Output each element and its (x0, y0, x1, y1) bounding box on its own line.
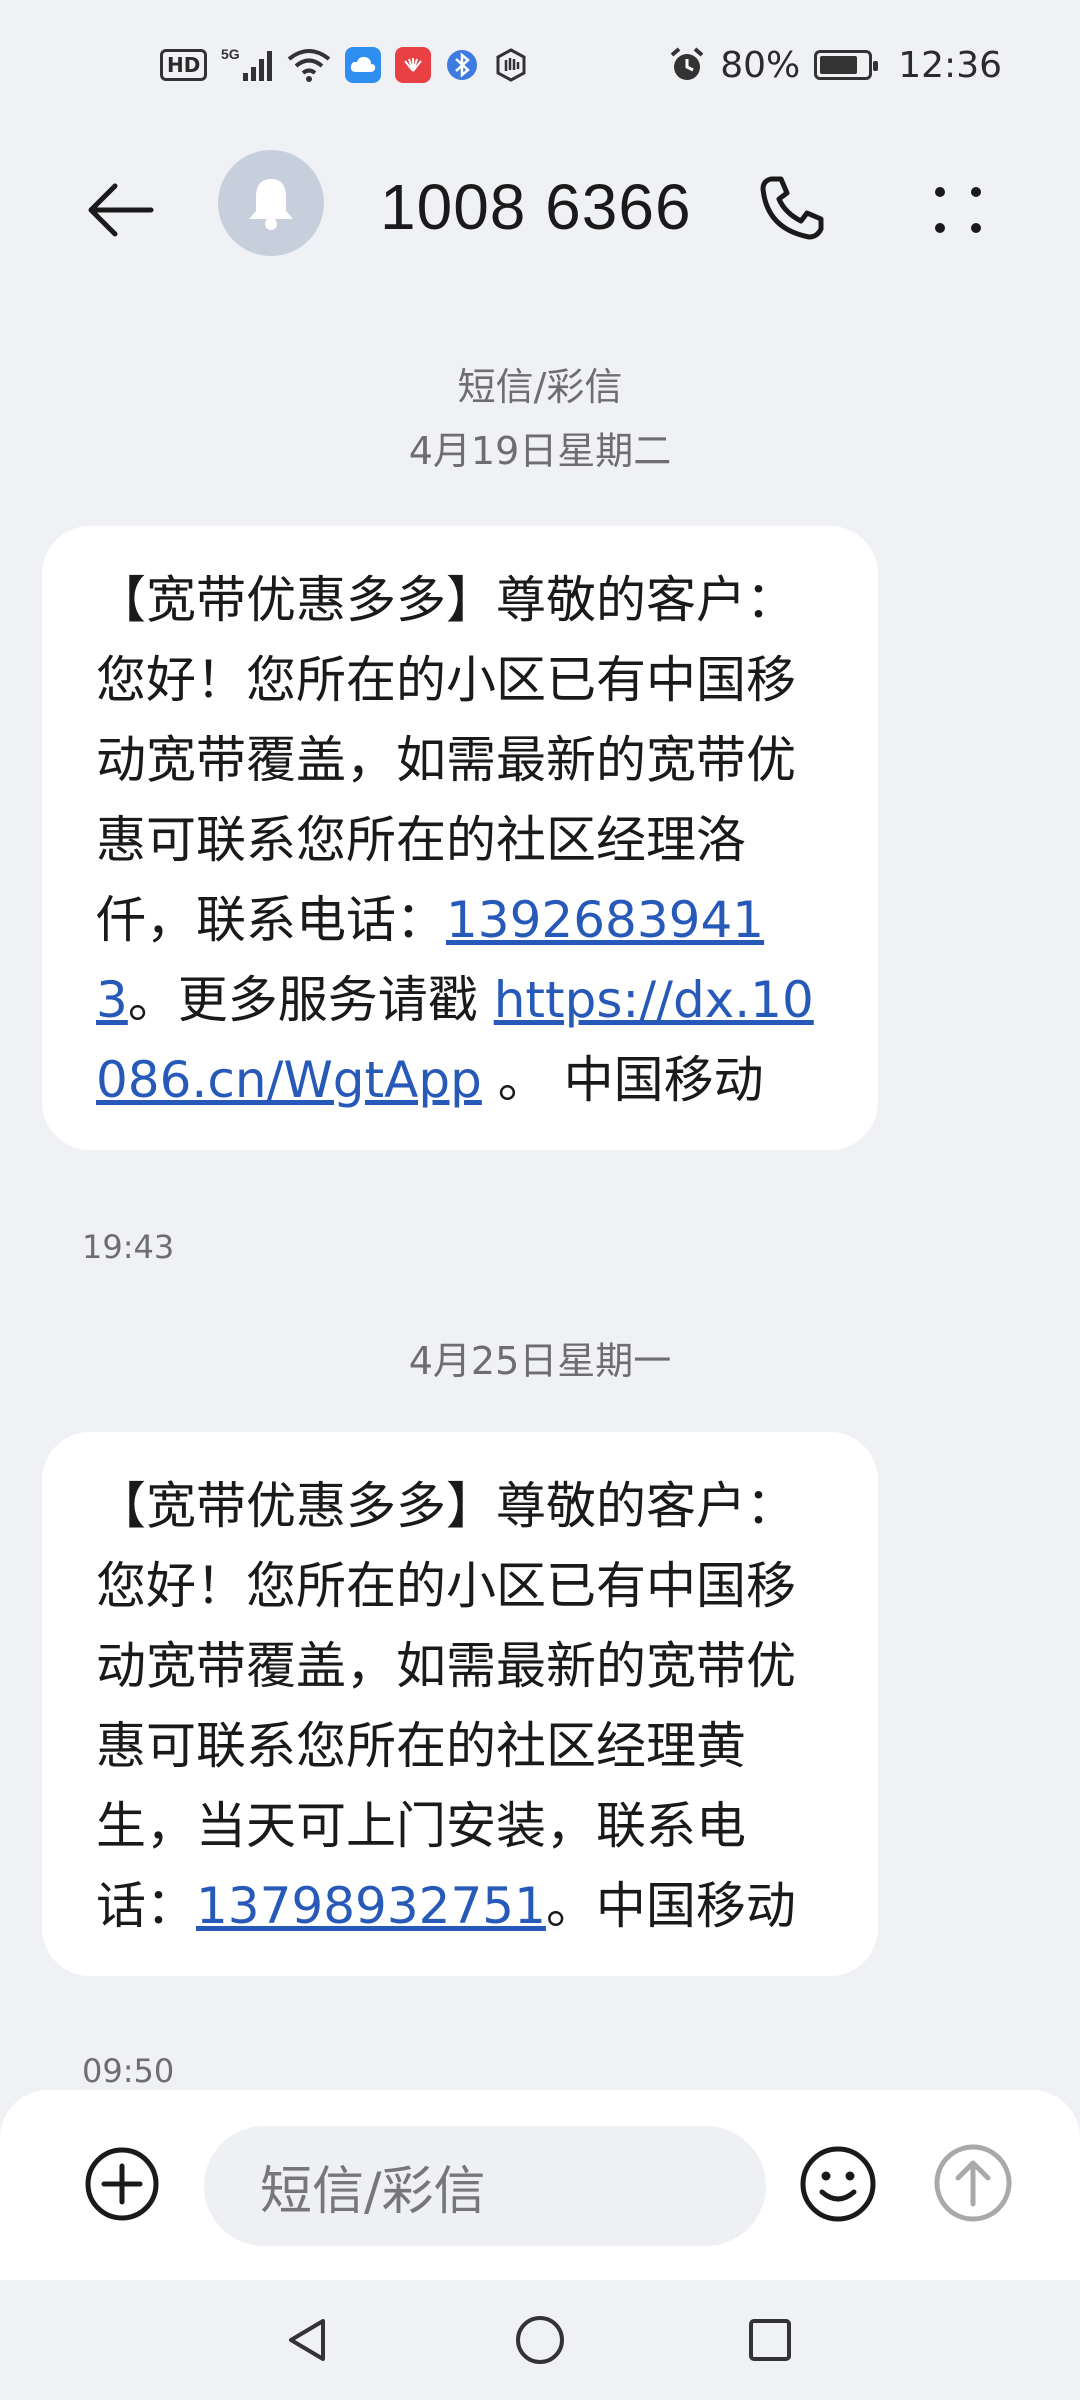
message-text: 。 中国移动 (481, 1051, 764, 1109)
triangle-back-icon (289, 2319, 325, 2361)
message-bubble[interactable]: 【宽带优惠多多】尊敬的客户：您好！您所在的小区已有中国移动宽带覆盖，如需最新的宽… (42, 1432, 878, 1976)
message-text: 。中国移动 (545, 1877, 796, 1935)
circle-home-icon (516, 2316, 564, 2364)
back-arrow-icon (88, 183, 154, 237)
send-arrow-icon (934, 2144, 1012, 2222)
network-type-label: 5G (221, 46, 240, 62)
clock: 12:36 (898, 44, 1002, 86)
more-options-button[interactable] (918, 170, 998, 250)
message-time: 19:43 (82, 1228, 175, 1266)
conversation-header: 1008 6366 (0, 130, 1080, 280)
back-button[interactable] (80, 170, 160, 250)
status-bar: HD 5G 80% 12:36 (0, 0, 1080, 130)
battery-icon (814, 50, 879, 80)
status-left: HD 5G (160, 45, 529, 85)
message-composer: 短信/彩信 (0, 2090, 1080, 2280)
signal-icon: 5G (221, 45, 273, 85)
message-input[interactable]: 短信/彩信 (204, 2126, 766, 2246)
date-separator: 4月25日星期一 (408, 1339, 672, 1383)
bell-icon (249, 179, 293, 230)
cloud-app-icon (345, 47, 382, 83)
square-recents-icon (749, 2319, 791, 2361)
message-time: 09:50 (82, 2052, 175, 2090)
message-text: 。更多服务请戳 (127, 971, 494, 1029)
phone-link[interactable]: 13798932751 (196, 1877, 546, 1935)
wifi-icon (287, 45, 331, 85)
more-dots-icon (935, 187, 981, 233)
emoji-button[interactable] (798, 2144, 878, 2224)
add-attachment-button[interactable] (84, 2146, 160, 2222)
hd-icon: HD (160, 49, 208, 81)
hand-app-icon (493, 45, 529, 85)
plus-circle-icon (85, 2147, 159, 2221)
phone-icon (760, 176, 824, 240)
system-nav-bar (0, 2280, 1080, 2400)
input-placeholder: 短信/彩信 (260, 2161, 486, 2222)
nav-home-button[interactable] (510, 2310, 570, 2370)
bluetooth-app-icon (445, 45, 479, 85)
smiley-icon (800, 2146, 876, 2222)
status-right: 80% 12:36 (668, 45, 1002, 86)
avatar[interactable] (218, 150, 324, 256)
message-type-label: 短信/彩信 (457, 365, 623, 409)
nav-back-button[interactable] (278, 2310, 338, 2370)
date-separator: 4月19日星期二 (408, 429, 672, 473)
nav-recents-button[interactable] (740, 2310, 800, 2370)
contact-number: 1008 6366 (380, 171, 692, 243)
call-button[interactable] (752, 168, 832, 248)
battery-percent: 80% (720, 44, 801, 86)
alarm-icon (668, 45, 706, 85)
send-button[interactable] (932, 2142, 1014, 2224)
huawei-app-icon (395, 47, 432, 83)
message-bubble[interactable]: 【宽带优惠多多】尊敬的客户：您好！您所在的小区已有中国移动宽带覆盖，如需最新的宽… (42, 526, 878, 1150)
message-text: 【宽带优惠多多】尊敬的客户：您好！您所在的小区已有中国移动宽带覆盖，如需最新的宽… (96, 1477, 796, 1935)
